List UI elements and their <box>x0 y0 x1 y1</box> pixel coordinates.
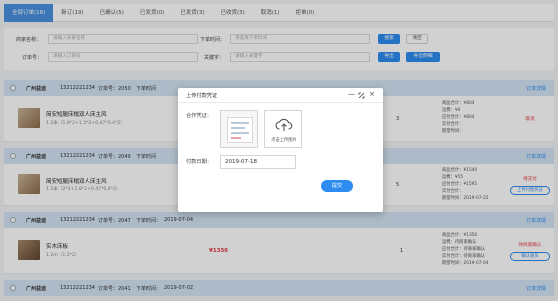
submit-button[interactable]: 提交 <box>321 180 353 192</box>
maximize-icon[interactable] <box>358 90 365 101</box>
dialog-title: 上传付款凭证 <box>186 93 218 99</box>
dialog-divider <box>178 102 383 103</box>
payment-date-label: 付款日期： <box>186 159 212 165</box>
minimize-icon[interactable]: — <box>348 90 355 98</box>
payment-date-input[interactable]: 2019-07-18 <box>220 155 296 169</box>
close-icon[interactable]: × <box>369 90 375 98</box>
upload-label: 点击上传图片 <box>271 138 297 143</box>
document-image <box>227 117 253 143</box>
cloud-upload-icon <box>275 118 293 131</box>
voucher-thumbnail[interactable] <box>220 110 258 148</box>
upload-payment-dialog: 上传付款凭证 — × 合作凭证： 点击上传图片 付款日期： 2019-07-18… <box>178 88 383 212</box>
upload-image-button[interactable]: 点击上传图片 <box>264 110 302 148</box>
voucher-label: 合作凭证： <box>186 113 212 119</box>
